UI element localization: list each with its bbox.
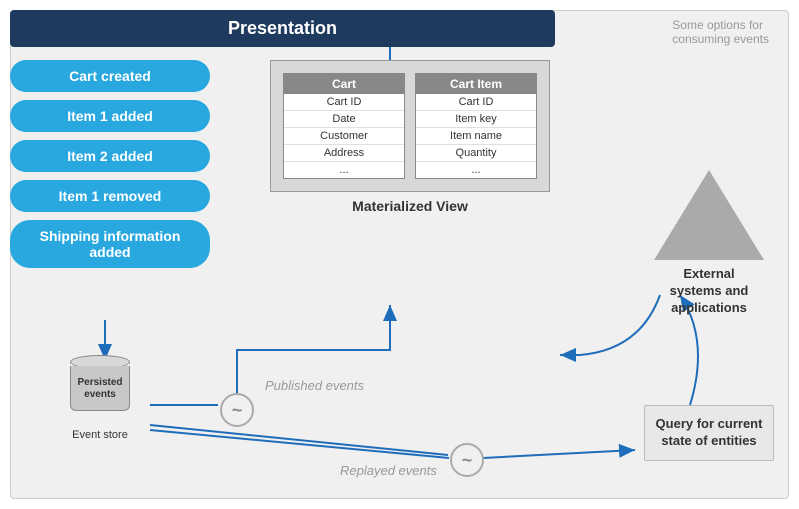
event-pill: Cart created xyxy=(10,60,210,92)
presentation-header: Presentation xyxy=(10,10,555,47)
event-pill: Item 1 removed xyxy=(10,180,210,212)
cart-table-row: ... xyxy=(284,162,404,178)
events-column: Cart created Item 1 added Item 2 added Item… xyxy=(10,60,210,268)
query-label: Query for current state of entities xyxy=(656,416,763,448)
event-pill: Item 2 added xyxy=(10,140,210,172)
event-pill: Shipping information added xyxy=(10,220,210,268)
tilde-circle-published: ~ xyxy=(220,393,254,427)
tilde-replayed: ~ xyxy=(450,443,484,477)
some-options-label: Some options for consuming events xyxy=(672,18,769,46)
cart-item-table-row: Item key xyxy=(416,111,536,128)
cart-table-row: Date xyxy=(284,111,404,128)
main-container: Some options for consuming events Presen… xyxy=(0,0,799,509)
cart-table: Cart Cart IDDateCustomerAddress... xyxy=(283,73,405,179)
tilde-published: ~ xyxy=(220,393,254,427)
external-systems-container: Externalsystems andapplications xyxy=(649,170,769,317)
triangle-icon xyxy=(654,170,764,260)
replayed-events-label: Replayed events xyxy=(340,463,437,478)
mat-view-label: Materialized View xyxy=(270,198,550,214)
cart-table-row: Address xyxy=(284,145,404,162)
cart-table-row: Cart ID xyxy=(284,94,404,111)
cart-item-table-row: Quantity xyxy=(416,145,536,162)
mat-view-box: Cart Cart IDDateCustomerAddress... Cart … xyxy=(270,60,550,192)
cart-item-table-row: ... xyxy=(416,162,536,178)
cart-table-header: Cart xyxy=(284,74,404,94)
materialized-view-container: Cart Cart IDDateCustomerAddress... Cart … xyxy=(270,60,550,214)
query-box: Query for current state of entities xyxy=(644,405,774,461)
event-pill: Item 1 added xyxy=(10,100,210,132)
cart-rows: Cart IDDateCustomerAddress... xyxy=(284,94,404,178)
cart-table-row: Customer xyxy=(284,128,404,145)
cart-item-rows: Cart IDItem keyItem nameQuantity... xyxy=(416,94,536,178)
tilde-circle-replayed: ~ xyxy=(450,443,484,477)
cylinder-body: Persistedevents xyxy=(70,366,130,411)
event-store-container: Persistedevents Event store xyxy=(50,355,150,441)
external-label: Externalsystems andapplications xyxy=(670,266,749,317)
event-store-text: Event store xyxy=(72,429,128,441)
cylinder: Persistedevents xyxy=(65,355,135,425)
cart-item-table: Cart Item Cart IDItem keyItem nameQuanti… xyxy=(415,73,537,179)
published-events-label: Published events xyxy=(265,378,364,393)
cart-item-table-header: Cart Item xyxy=(416,74,536,94)
cylinder-label: Persistedevents xyxy=(77,377,122,401)
cart-item-table-row: Item name xyxy=(416,128,536,145)
cart-item-table-row: Cart ID xyxy=(416,94,536,111)
